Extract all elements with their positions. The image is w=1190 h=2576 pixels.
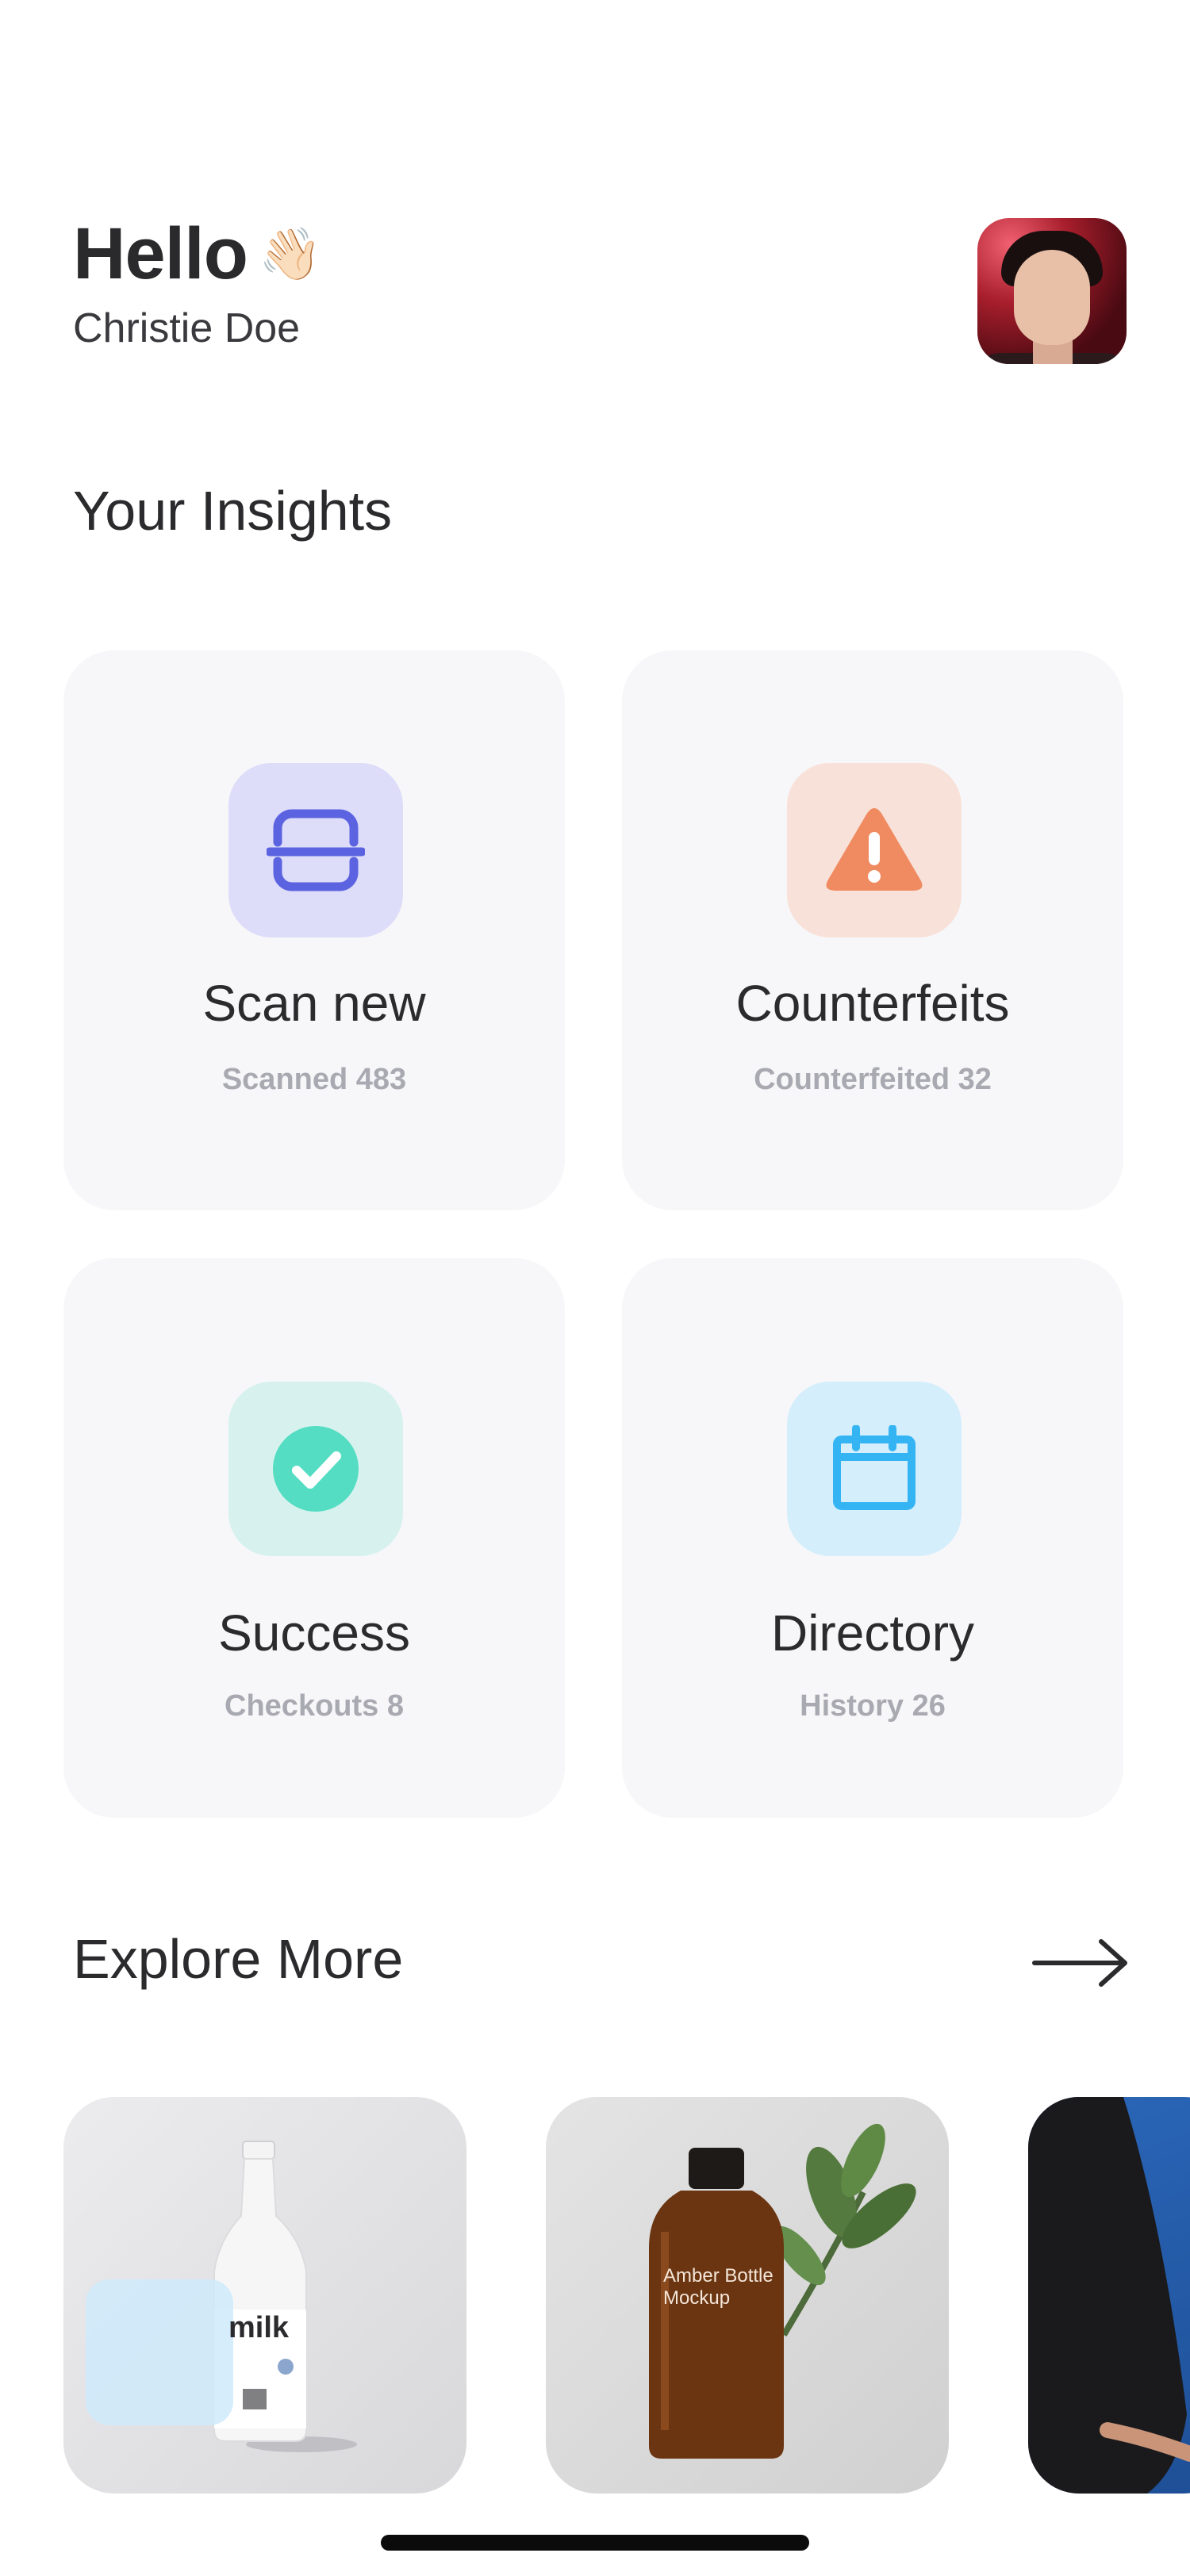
username: Christie Doe [73,305,301,351]
milk-label: milk [228,2311,290,2344]
explore-item-amber-bottle[interactable]: Amber Bottle Mockup [546,2097,949,2494]
scan-icon [267,809,365,891]
warning-icon-box [787,763,962,937]
milk-bottle-image [86,2141,357,2452]
warning-icon [826,808,923,891]
check-circle-icon [273,1426,359,1512]
tshirt-image [1028,2097,1190,2494]
card-directory[interactable]: Directory History 26 [622,1258,1123,1818]
greeting-text: Hello [73,213,248,294]
calendar-icon [833,1425,916,1510]
card-subtitle: Counterfeited 32 [754,1063,992,1096]
explore-item-tshirt[interactable] [1028,2097,1190,2494]
card-subtitle: Checkouts 8 [225,1689,404,1723]
card-title: Success [218,1604,410,1662]
card-subtitle: Scanned 483 [221,1063,407,1096]
scan-icon-box [228,763,403,937]
avatar-face [1014,250,1090,345]
card-title: Counterfeits [735,975,1010,1032]
insights-title: Your Insights [73,480,393,542]
card-success[interactable]: Success Checkouts 8 [63,1258,565,1818]
explore-title: Explore More [73,1928,404,1990]
arrow-right-icon[interactable] [1031,1935,1130,1991]
explore-item-milk[interactable]: milk [63,2097,466,2494]
card-title: Directory [770,1604,975,1662]
greeting-header: Hello 👋🏻 Christie Doe [73,214,322,352]
card-subtitle: History 26 [800,1689,946,1723]
amber-bottle-label: Amber Bottle Mockup [663,2265,774,2309]
check-icon-box [228,1382,403,1556]
greeting-row: Hello 👋🏻 [73,214,322,293]
card-scan-new[interactable]: Scan new Scanned 483 [63,650,565,1210]
card-title: Scan new [202,975,426,1032]
card-counterfeits[interactable]: Counterfeits Counterfeited 32 [622,650,1123,1210]
avatar[interactable] [977,218,1127,364]
calendar-icon-box [787,1382,962,1556]
home-indicator[interactable] [381,2535,809,2551]
wave-emoji-icon: 👋🏻 [258,225,322,282]
